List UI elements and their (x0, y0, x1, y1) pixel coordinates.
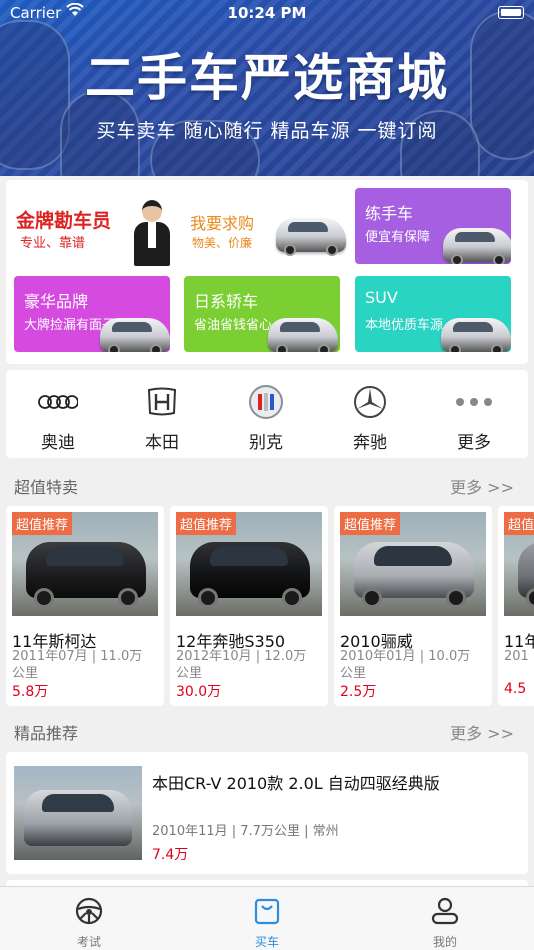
section-title: 超值特卖 (14, 478, 79, 497)
tab-label: 买车 (254, 935, 279, 949)
tab-profile[interactable]: 我的 (356, 887, 534, 950)
tile-practice-car[interactable]: 练手车 便宜有保障 (355, 188, 511, 264)
car-price: 4.5 (504, 681, 527, 697)
more-link[interactable]: 更多 >> (450, 474, 514, 498)
buy-request-title: 我要求购 (190, 214, 255, 233)
tile-subtitle: 便宜有保障 (365, 230, 431, 245)
listing-price: 7.4万 (152, 847, 189, 863)
brand-mercedes[interactable]: 奔驰 (318, 370, 422, 458)
brand-label: 别克 (249, 433, 283, 453)
deal-card[interactable]: 超值推荐 11年斯柯达 2011年07月 | 11.0万公里 5.8万 (6, 506, 164, 706)
battery-icon (498, 6, 524, 19)
car-meta: 2010年01月 | 10.0万公里 (340, 649, 471, 681)
brand-label: 奔驰 (353, 433, 387, 453)
user-profile-icon (431, 897, 459, 925)
tab-bar: 考试 买车 我的 (0, 886, 534, 950)
clock: 10:24 PM (227, 4, 307, 22)
tile-luxury-brand[interactable]: 豪华品牌 大牌捡漏有面子 (14, 276, 170, 352)
mercedes-logo-icon (350, 384, 390, 420)
listing-meta: 2010年11月 | 7.7万公里 | 常州 (152, 824, 339, 839)
deal-card[interactable]: 超值推荐 2010骊威 2010年01月 | 10.0万公里 2.5万 (334, 506, 492, 706)
recommend-badge: 超值推荐 (340, 512, 401, 535)
listing-title: 本田CR-V 2010款 2.0L 自动四驱经典版 (152, 774, 440, 793)
gold-agent-title: 金牌勘车员 (16, 210, 112, 232)
buick-logo-icon (246, 384, 286, 420)
tab-exam[interactable]: 考试 (0, 887, 178, 950)
tile-subtitle: 省油省钱省心 (194, 318, 273, 333)
status-bar: Carrier 10:24 PM (0, 0, 534, 26)
deals-carousel[interactable]: 超值推荐 11年斯柯达 2011年07月 | 11.0万公里 5.8万 超值推荐… (0, 506, 534, 708)
promo-grid: 金牌勘车员 专业、靠谱 我要求购 物美、价廉 练手车 便宜有保障 豪华品牌 大牌… (6, 180, 528, 364)
brand-label: 奥迪 (41, 433, 75, 453)
tile-title: 日系轿车 (194, 292, 259, 311)
tile-suv[interactable]: SUV 本地优质车源 (355, 276, 511, 352)
brand-row: 奥迪 本田 别克 奔驰 更多 (6, 370, 528, 458)
gold-agent-banner[interactable]: 金牌勘车员 专业、靠谱 (6, 180, 178, 268)
section-title: 精品推荐 (14, 724, 79, 743)
tile-title: 豪华品牌 (24, 292, 89, 311)
car-price: 30.0万 (176, 684, 222, 700)
brand-buick[interactable]: 别克 (214, 370, 318, 458)
tile-title: 练手车 (365, 204, 414, 223)
audi-logo-icon (38, 384, 78, 420)
featured-header: 精品推荐 更多 >> (0, 712, 534, 748)
buy-request-subtitle: 物美、价廉 (192, 236, 253, 250)
car-image (276, 218, 346, 256)
tile-title: SUV (365, 288, 398, 307)
tile-japanese-sedan[interactable]: 日系轿车 省油省钱省心 (184, 276, 340, 352)
deal-card[interactable]: 超值推荐 11年 201 4.5 (498, 506, 534, 706)
car-image (443, 228, 511, 264)
car-price: 5.8万 (12, 684, 49, 700)
buy-request-banner[interactable]: 我要求购 物美、价廉 (182, 180, 350, 268)
more-dots-icon (454, 384, 494, 420)
brand-more[interactable]: 更多 (422, 370, 526, 458)
car-image (100, 318, 170, 352)
car-image (441, 318, 511, 352)
gold-agent-subtitle: 专业、靠谱 (20, 236, 86, 251)
tab-label: 考试 (76, 935, 101, 949)
car-meta: 201 (504, 649, 529, 664)
banner-subtitle: 买车卖车 随心随行 精品车源 一键订阅 (96, 120, 438, 142)
banner-title: 二手车严选商城 (85, 49, 449, 107)
deals-header: 超值特卖 更多 >> (0, 466, 534, 502)
car-price: 2.5万 (340, 684, 377, 700)
recommend-badge: 超值推荐 (12, 512, 73, 535)
recommend-badge: 超值推荐 (176, 512, 237, 535)
more-link[interactable]: 更多 >> (450, 720, 514, 744)
brand-label: 本田 (145, 433, 179, 453)
brand-label: 更多 (457, 433, 491, 453)
deal-card[interactable]: 超值推荐 12年奔驰S350 2012年10月 | 12.0万公里 30.0万 (170, 506, 328, 706)
tab-buy-car[interactable]: 买车 (178, 887, 356, 950)
tab-label: 我的 (432, 935, 457, 949)
steering-wheel-icon (75, 897, 103, 925)
shopping-bag-icon (254, 898, 280, 925)
car-meta: 2012年10月 | 12.0万公里 (176, 649, 307, 681)
honda-logo-icon (142, 384, 182, 420)
brand-audi[interactable]: 奥迪 (6, 370, 110, 458)
tile-subtitle: 本地优质车源 (365, 318, 444, 333)
car-photo (14, 766, 142, 860)
brand-honda[interactable]: 本田 (110, 370, 214, 458)
car-image (268, 318, 338, 352)
agent-photo (134, 200, 170, 266)
recommend-badge: 超值推荐 (504, 512, 534, 535)
featured-listing[interactable]: 本田CR-V 2010款 2.0L 自动四驱经典版 2010年11月 | 7.7… (6, 752, 528, 874)
top-banner[interactable]: Carrier 10:24 PM 二手车严选商城 买车卖车 随心随行 精品车源 … (0, 0, 534, 176)
car-meta: 2011年07月 | 11.0万公里 (12, 649, 143, 681)
